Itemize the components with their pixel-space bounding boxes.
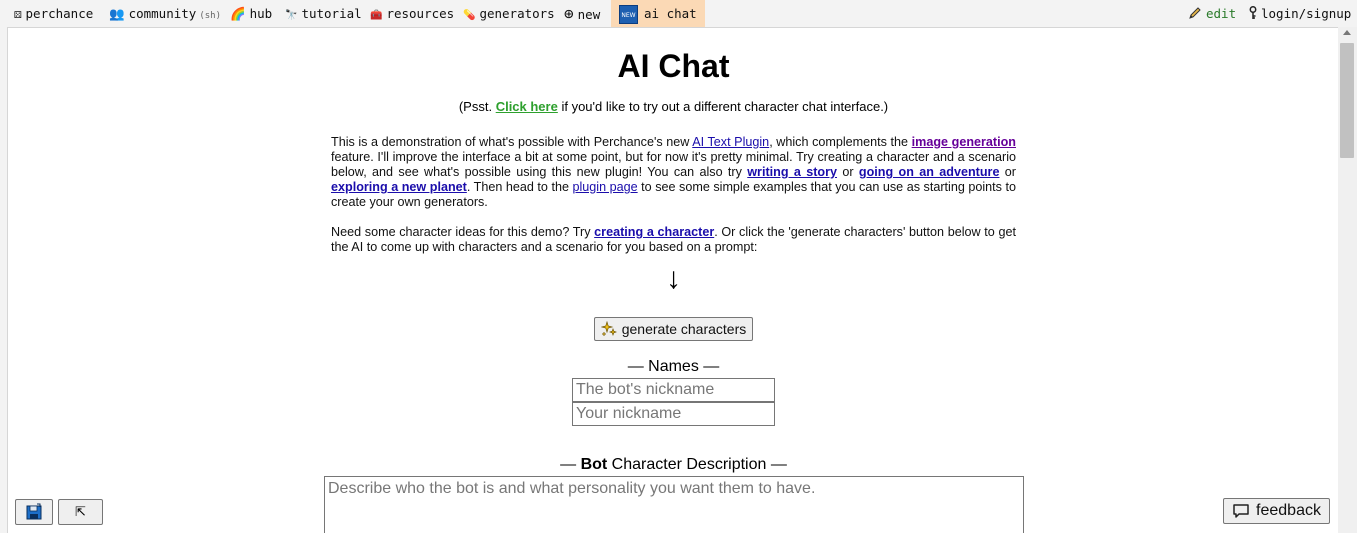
scrollbar-thumb[interactable] — [1340, 43, 1354, 158]
psst-prefix: (Psst. — [458, 99, 496, 114]
nav-ai-chat[interactable]: NEW ai chat — [611, 0, 705, 27]
creating-a-character-link[interactable]: creating a character — [594, 225, 714, 239]
speech-bubble-icon — [1233, 504, 1249, 518]
floppy-disk-icon — [26, 503, 42, 520]
vertical-scrollbar[interactable] — [1338, 27, 1357, 533]
feedback-button[interactable]: feedback — [1223, 498, 1330, 524]
plus-circle-icon: ⊕ — [564, 4, 574, 23]
nav-label: community — [128, 6, 197, 21]
nav-suffix: (sh) — [199, 11, 221, 21]
nav-label: resources — [386, 6, 455, 21]
desc-label-suffix: Character Description — — [607, 456, 787, 473]
intro-text: This is a demonstration of what's possib… — [331, 135, 693, 149]
writing-a-story-link[interactable]: writing a story — [747, 165, 837, 179]
bot-description-textarea[interactable] — [324, 476, 1024, 533]
psst-suffix: if you'd like to try out a different cha… — [557, 99, 889, 114]
psst-note: (Psst. Click here if you'd like to try o… — [8, 99, 1338, 114]
nav-hub[interactable]: 🌈 hub — [230, 0, 272, 27]
down-arrow-icon: ↓ — [666, 262, 681, 295]
rainbow-icon: 🌈 — [230, 6, 246, 21]
toolbox-icon: 🧰 — [370, 10, 383, 21]
nav-generators[interactable]: 💊 generators — [463, 0, 555, 27]
key-icon — [1249, 6, 1257, 19]
save-button[interactable] — [15, 499, 53, 525]
nav-label: new — [577, 7, 601, 22]
nav-perchance[interactable]: ⚄ perchance — [14, 0, 93, 27]
intro-paragraph: This is a demonstration of what's possib… — [331, 135, 1016, 210]
generate-characters-button[interactable]: generate characters — [594, 317, 753, 341]
ideas-paragraph: Need some character ideas for this demo?… — [331, 225, 1016, 255]
ideas-text: Need some character ideas for this demo?… — [331, 225, 595, 239]
edit-label: edit — [1206, 6, 1237, 21]
nav-resources[interactable]: 🧰 resources — [370, 0, 454, 27]
page-title: AI Chat — [617, 48, 730, 84]
intro-text: or — [999, 165, 1016, 179]
bot-description-label: — Bot Character Description — — [8, 456, 1338, 474]
login-signup-link[interactable]: login/signup — [1249, 0, 1351, 27]
dice-icon: ⚄ — [14, 6, 22, 21]
desc-label-bold: Bot — [580, 456, 608, 473]
new-badge-icon: NEW — [619, 5, 638, 24]
nav-label: ai chat — [644, 6, 697, 21]
intro-text: , which complements the — [769, 135, 912, 149]
desc-label-prefix: — — [560, 456, 581, 473]
binoculars-icon: 🔭 — [285, 10, 298, 21]
nav-label: hub — [249, 6, 273, 21]
people-icon: 👥 — [109, 6, 125, 21]
top-navigation: ⚄ perchance 👥 community (sh) 🌈 hub 🔭 tutorial… — [0, 0, 1357, 27]
scroll-up-arrow-icon[interactable] — [1343, 30, 1351, 35]
sparkles-icon — [600, 321, 617, 337]
nav-label: tutorial — [301, 6, 362, 21]
pencil-icon — [1189, 7, 1201, 19]
nav-label: generators — [479, 6, 555, 21]
bot-nickname-input[interactable] — [572, 378, 775, 402]
intro-text: . Then head to the — [466, 180, 573, 194]
nav-community[interactable]: 👥 community (sh) — [109, 0, 221, 27]
click-here-link[interactable]: Click here — [496, 99, 558, 114]
nav-label: perchance — [25, 6, 94, 21]
main-content: AI Chat (Psst. Click here if you'd like … — [7, 27, 1338, 533]
feedback-label: feedback — [1256, 502, 1321, 519]
exploring-a-new-planet-link[interactable]: exploring a new planet — [331, 180, 467, 194]
nav-tutorial[interactable]: 🔭 tutorial — [285, 0, 362, 27]
nav-new[interactable]: ⊕ new — [564, 0, 600, 27]
expand-button[interactable]: ⇱ — [58, 499, 103, 525]
image-generation-link[interactable]: image generation — [912, 135, 1016, 149]
your-nickname-input[interactable] — [572, 402, 775, 426]
expand-arrow-icon: ⇱ — [75, 504, 86, 519]
pill-icon: 💊 — [463, 10, 476, 21]
intro-text: or — [837, 165, 859, 179]
plugin-page-link[interactable]: plugin page — [572, 180, 637, 194]
generate-characters-label: generate characters — [621, 321, 747, 337]
going-on-an-adventure-link[interactable]: going on an adventure — [859, 165, 1000, 179]
login-label: login/signup — [1261, 6, 1352, 21]
names-label: — Names — — [627, 358, 720, 375]
ai-text-plugin-link[interactable]: AI Text Plugin — [692, 135, 769, 149]
edit-link[interactable]: edit — [1188, 0, 1236, 27]
